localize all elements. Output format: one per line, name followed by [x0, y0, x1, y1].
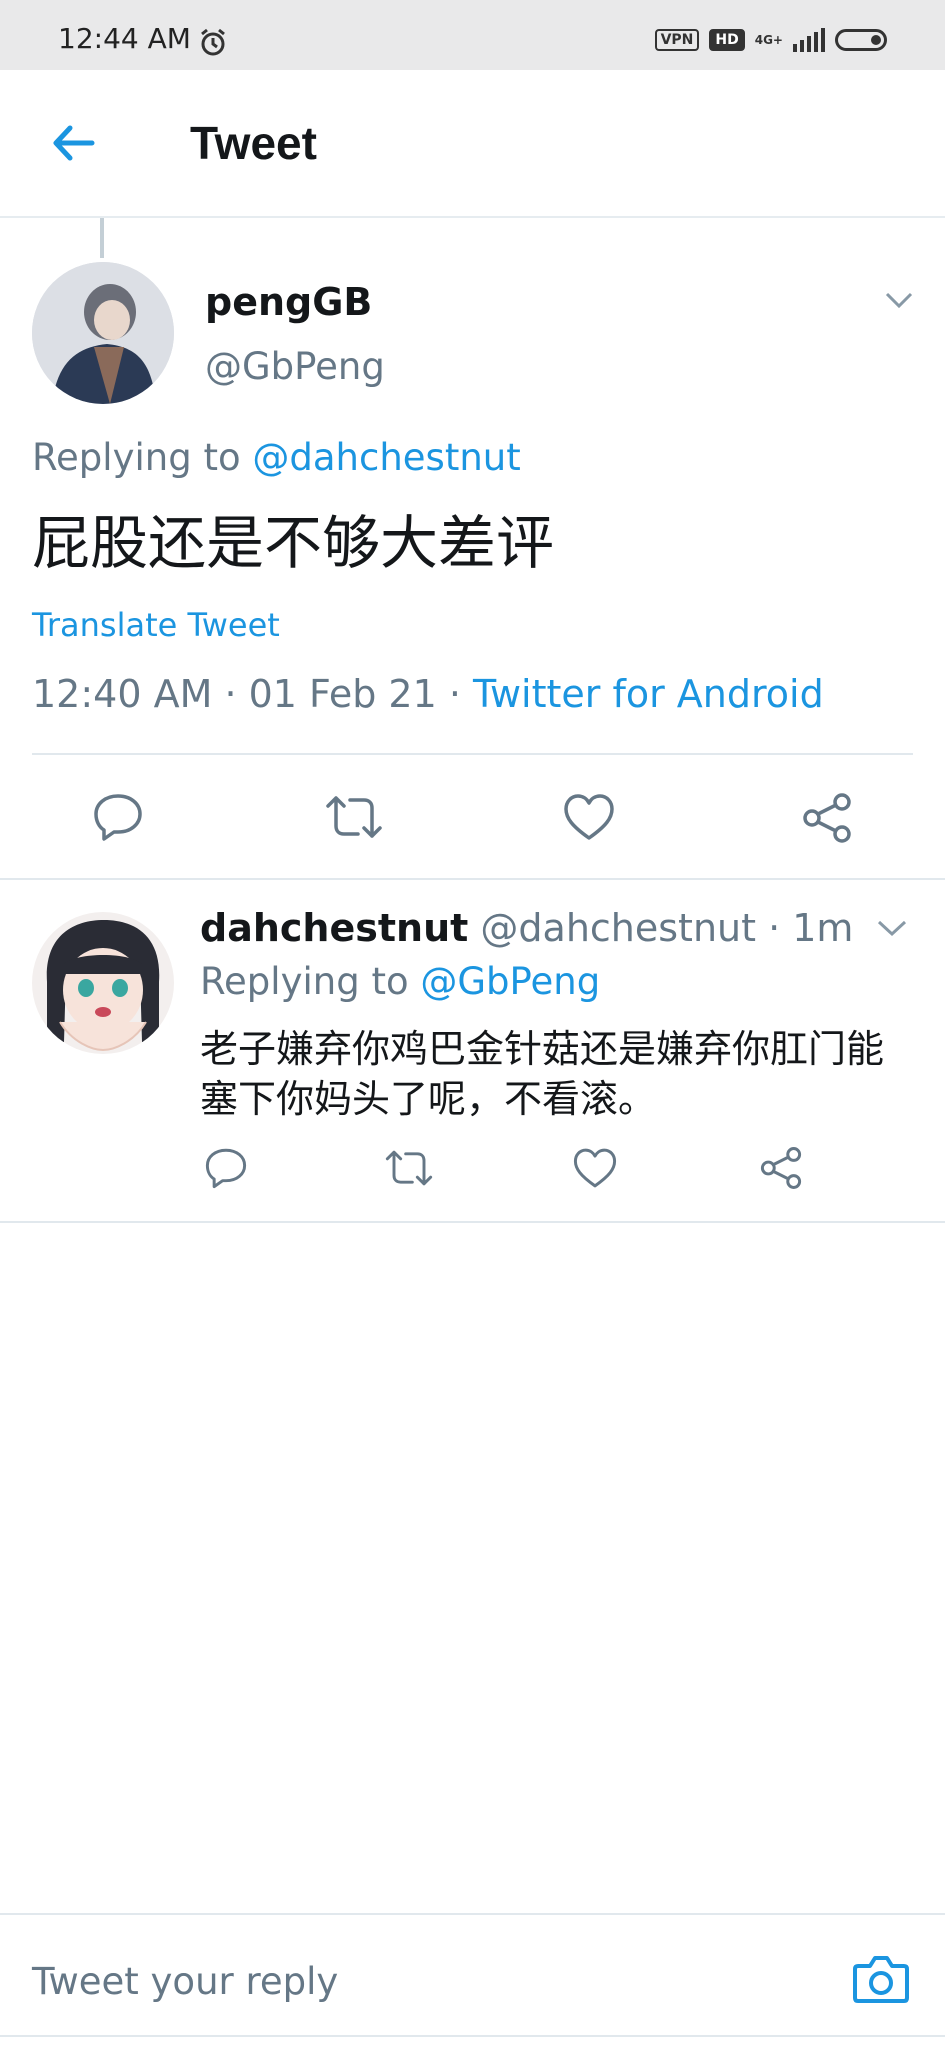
hd-badge: HD	[709, 29, 745, 51]
share-icon[interactable]	[758, 1146, 804, 1194]
reply-header: dahchestnut @dahchestnut · 1m	[200, 906, 853, 950]
reply-icon[interactable]	[204, 1146, 248, 1194]
alarm-icon	[198, 28, 228, 62]
reply-icon[interactable]	[92, 792, 144, 846]
reply-text-line-1: 老子嫌弃你鸡巴金针菇还是嫌弃你肛门能	[200, 1027, 885, 1071]
tweet-timestamp: 12:40 AM · 01 Feb 21 ·	[32, 672, 461, 716]
thread-line	[100, 218, 104, 258]
divider	[0, 1221, 945, 1223]
network-type: 4G+	[754, 33, 783, 47]
divider	[0, 878, 945, 880]
reply-replying-to-line: Replying to @GbPeng	[200, 960, 600, 1003]
battery-icon	[835, 29, 887, 51]
reply-text-line-2: 塞下你妈头了呢，不看滚。	[200, 1077, 657, 1121]
retweet-icon[interactable]	[324, 792, 384, 846]
vpn-badge: VPN	[654, 29, 700, 51]
avatar[interactable]	[32, 912, 174, 1054]
share-icon[interactable]	[800, 792, 854, 848]
retweet-icon[interactable]	[384, 1146, 434, 1194]
reply-replying-prefix: Replying to	[200, 960, 409, 1003]
status-time: 12:44 AM	[58, 22, 191, 55]
avatar[interactable]	[32, 262, 174, 404]
status-icons: VPN HD 4G+	[654, 28, 887, 52]
tweet-meta: 12:40 AM · 01 Feb 21 · Twitter for Andro…	[32, 672, 824, 716]
replying-to-link[interactable]: @dahchestnut	[252, 436, 520, 479]
signal-icon	[793, 28, 825, 52]
like-icon[interactable]	[562, 792, 616, 846]
divider	[32, 753, 913, 755]
chevron-down-icon[interactable]	[876, 918, 908, 942]
like-icon[interactable]	[572, 1146, 618, 1194]
reply-display-name[interactable]: dahchestnut	[200, 906, 468, 950]
replying-to-line: Replying to @dahchestnut	[32, 436, 521, 479]
translate-tweet-link[interactable]: Translate Tweet	[32, 606, 280, 644]
replying-prefix: Replying to	[32, 436, 241, 479]
chevron-down-icon[interactable]	[884, 290, 914, 314]
tweet-text: 屁股还是不够大差评	[32, 509, 555, 577]
back-arrow-icon[interactable]	[48, 118, 98, 172]
reply-replying-to-link[interactable]: @GbPeng	[420, 960, 600, 1003]
tweet-source-link[interactable]: Twitter for Android	[473, 672, 824, 716]
app-header	[0, 70, 945, 218]
display-name[interactable]: pengGB	[205, 280, 372, 324]
reply-handle-time: @dahchestnut · 1m	[480, 906, 854, 950]
camera-icon[interactable]	[852, 1952, 910, 2010]
page-title: Tweet	[190, 117, 317, 169]
user-handle[interactable]: @GbPeng	[205, 345, 385, 388]
reply-input[interactable]: Tweet your reply	[32, 1960, 338, 2003]
